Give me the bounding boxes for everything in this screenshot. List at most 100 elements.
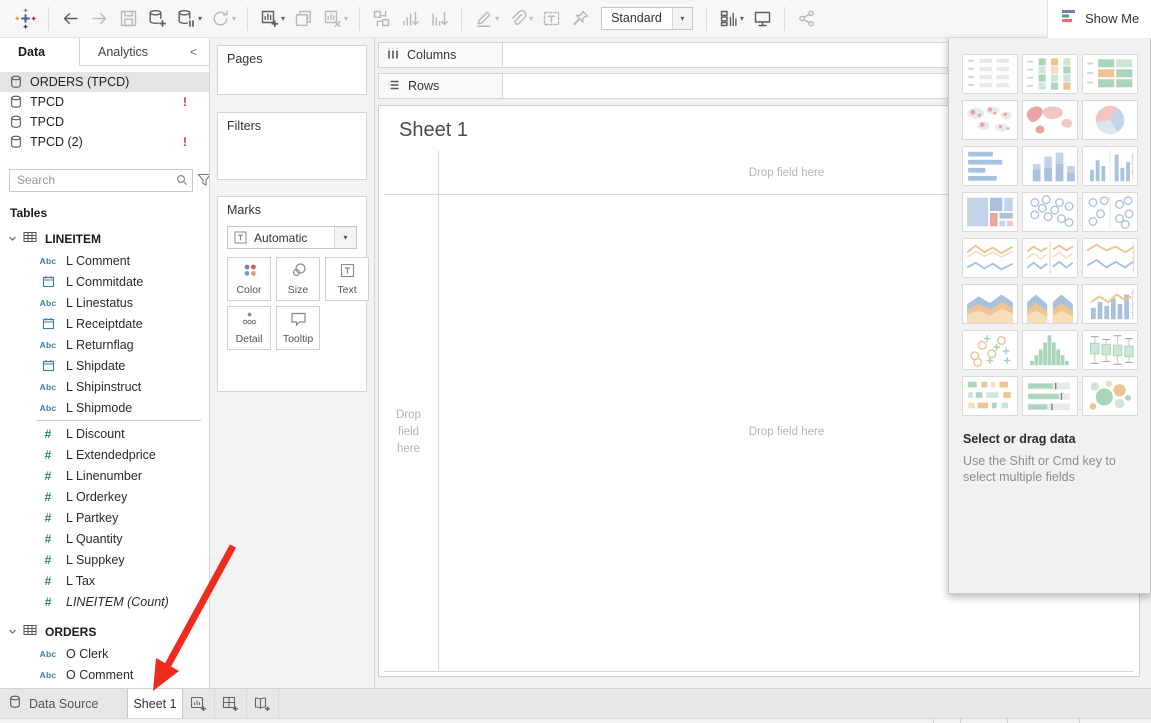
clear-sheet-button[interactable]: ▾ <box>318 5 352 33</box>
new-dashboard-tab-button[interactable] <box>215 689 247 718</box>
mark-type-dropdown[interactable]: Automatic ▾ <box>227 226 357 249</box>
showme-scatter-plot-thumbnail[interactable] <box>962 330 1018 370</box>
data-source-item[interactable]: TPCD <box>0 112 209 132</box>
showme-horizontal-bars-thumbnail[interactable] <box>962 146 1018 186</box>
showme-discrete-lines-thumbnail[interactable] <box>1022 238 1078 278</box>
undo-button[interactable] <box>56 5 85 33</box>
field-item[interactable]: #L Partkey <box>0 507 209 528</box>
new-story-tab-button[interactable] <box>247 689 279 718</box>
filter-fields-icon[interactable] <box>193 173 210 187</box>
tab-data[interactable]: Data <box>0 38 80 66</box>
table-node-orders[interactable]: ORDERS <box>0 621 209 643</box>
field-item[interactable]: L Receiptdate <box>0 313 209 334</box>
collapse-pane-icon[interactable]: < <box>190 38 209 65</box>
highlight-button[interactable]: ▾ <box>469 5 503 33</box>
show-mark-labels-button[interactable]: ▾ <box>714 5 748 33</box>
field-item[interactable]: #L Tax <box>0 570 209 591</box>
showme-box-and-whisker-thumbnail[interactable] <box>1082 330 1138 370</box>
pages-shelf[interactable]: Pages <box>217 45 367 95</box>
search-input[interactable] <box>10 173 172 187</box>
showme-discrete-area-thumbnail[interactable] <box>1022 284 1078 324</box>
field-item[interactable]: #LINEITEM (Count) <box>0 591 209 612</box>
field-item[interactable]: AbcO Clerk <box>0 643 209 664</box>
drop-zone-rows-header[interactable]: Dropfieldhere <box>379 195 438 669</box>
group-members-button[interactable]: ▾ <box>503 5 537 33</box>
chevron-down-icon: ▾ <box>334 227 356 248</box>
showme-treemap-thumbnail[interactable] <box>962 192 1018 232</box>
showme-side-by-side-circles-thumbnail[interactable] <box>1082 192 1138 232</box>
showme-text-table-thumbnail[interactable] <box>962 54 1018 94</box>
field-label: L Commitdate <box>66 275 143 289</box>
showme-heat-map-thumbnail[interactable] <box>1082 54 1138 94</box>
fix-axes-button[interactable] <box>566 5 595 33</box>
save-button[interactable] <box>114 5 143 33</box>
field-item[interactable]: AbcL Shipmode <box>0 397 209 418</box>
field-item[interactable]: #L Orderkey <box>0 486 209 507</box>
showme-highlight-table-thumbnail[interactable] <box>1022 54 1078 94</box>
showme-gantt-thumbnail[interactable] <box>962 376 1018 416</box>
data-source-tab[interactable]: Data Source <box>0 689 127 718</box>
swap-rows-columns-button[interactable] <box>367 5 396 33</box>
color-button[interactable]: Color <box>227 257 271 301</box>
tooltip-button[interactable]: Tooltip <box>276 306 320 350</box>
filters-shelf[interactable]: Filters <box>217 112 367 180</box>
showme-dual-lines-thumbnail[interactable] <box>1082 238 1138 278</box>
field-item[interactable]: #L Discount <box>0 423 209 444</box>
field-item[interactable]: #L Linenumber <box>0 465 209 486</box>
data-source-item[interactable]: TPCD (2)! <box>0 132 209 152</box>
field-item[interactable]: AbcL Linestatus <box>0 292 209 313</box>
new-worksheet-tab-button[interactable] <box>183 689 215 718</box>
showme-stacked-bars-thumbnail[interactable] <box>1022 146 1078 186</box>
showme-continuous-lines-thumbnail[interactable] <box>962 238 1018 278</box>
field-item[interactable]: #L Suppkey <box>0 549 209 570</box>
showme-bullet-graph-thumbnail[interactable] <box>1022 376 1078 416</box>
field-item[interactable]: AbcL Returnflag <box>0 334 209 355</box>
field-item[interactable]: L Commitdate <box>0 271 209 292</box>
new-worksheet-button[interactable]: ▾ <box>255 5 289 33</box>
showme-histogram-thumbnail[interactable] <box>1022 330 1078 370</box>
sheet-tab-active[interactable]: Sheet 1 <box>127 689 183 718</box>
field-item[interactable]: #L Extendedprice <box>0 444 209 465</box>
field-item[interactable]: L Shipdate <box>0 355 209 376</box>
field-item[interactable]: AbcL Comment <box>0 250 209 271</box>
drop-hint-top: Drop field here <box>749 167 824 179</box>
fit-selector[interactable]: Standard▾ <box>601 7 693 30</box>
field-item[interactable]: #L Quantity <box>0 528 209 549</box>
search-box[interactable] <box>9 169 193 192</box>
detail-button[interactable]: Detail <box>227 306 271 350</box>
field-item[interactable]: AbcO Comment <box>0 664 209 685</box>
sort-ascending-button[interactable] <box>396 5 425 33</box>
showme-side-by-side-bars-thumbnail[interactable] <box>1082 146 1138 186</box>
columns-shelf[interactable]: Columns <box>378 42 949 68</box>
data-source-item[interactable]: TPCD! <box>0 92 209 112</box>
showme-circle-views-thumbnail[interactable] <box>1022 192 1078 232</box>
show-me-button[interactable]: Show Me <box>1047 0 1151 38</box>
duplicate-sheet-button[interactable] <box>289 5 318 33</box>
columns-drop-track[interactable] <box>503 42 949 68</box>
data-source-item[interactable]: ORDERS (TPCD) <box>0 72 209 92</box>
showme-packed-bubbles-thumbnail[interactable] <box>1082 376 1138 416</box>
showme-dual-combination-thumbnail[interactable] <box>1082 284 1138 324</box>
cylinder-icon <box>10 75 22 89</box>
showme-continuous-area-thumbnail[interactable] <box>962 284 1018 324</box>
rows-shelf[interactable]: Rows <box>378 73 949 99</box>
text-annotation-button[interactable] <box>537 5 566 33</box>
new-data-source-button[interactable] <box>143 5 172 33</box>
run-auto-updates-button[interactable]: ▾ <box>206 5 240 33</box>
redo-button[interactable] <box>85 5 114 33</box>
size-button[interactable]: Size <box>276 257 320 301</box>
tableau-logo[interactable] <box>10 5 41 33</box>
showme-pie-chart-thumbnail[interactable] <box>1082 100 1138 140</box>
sort-descending-button[interactable] <box>425 5 454 33</box>
table-node-lineitem[interactable]: LINEITEM <box>0 228 209 250</box>
showme-symbol-map-thumbnail[interactable] <box>962 100 1018 140</box>
showme-filled-map-thumbnail[interactable] <box>1022 100 1078 140</box>
share-button[interactable] <box>792 5 821 33</box>
pause-auto-updates-button[interactable]: ▾ <box>172 5 206 33</box>
tab-analytics[interactable]: Analytics <box>80 38 186 65</box>
toolbar-divider <box>461 7 462 31</box>
text-button[interactable]: Text <box>325 257 369 301</box>
rows-drop-track[interactable] <box>503 73 949 99</box>
presentation-mode-button[interactable] <box>748 5 777 33</box>
field-item[interactable]: AbcL Shipinstruct <box>0 376 209 397</box>
